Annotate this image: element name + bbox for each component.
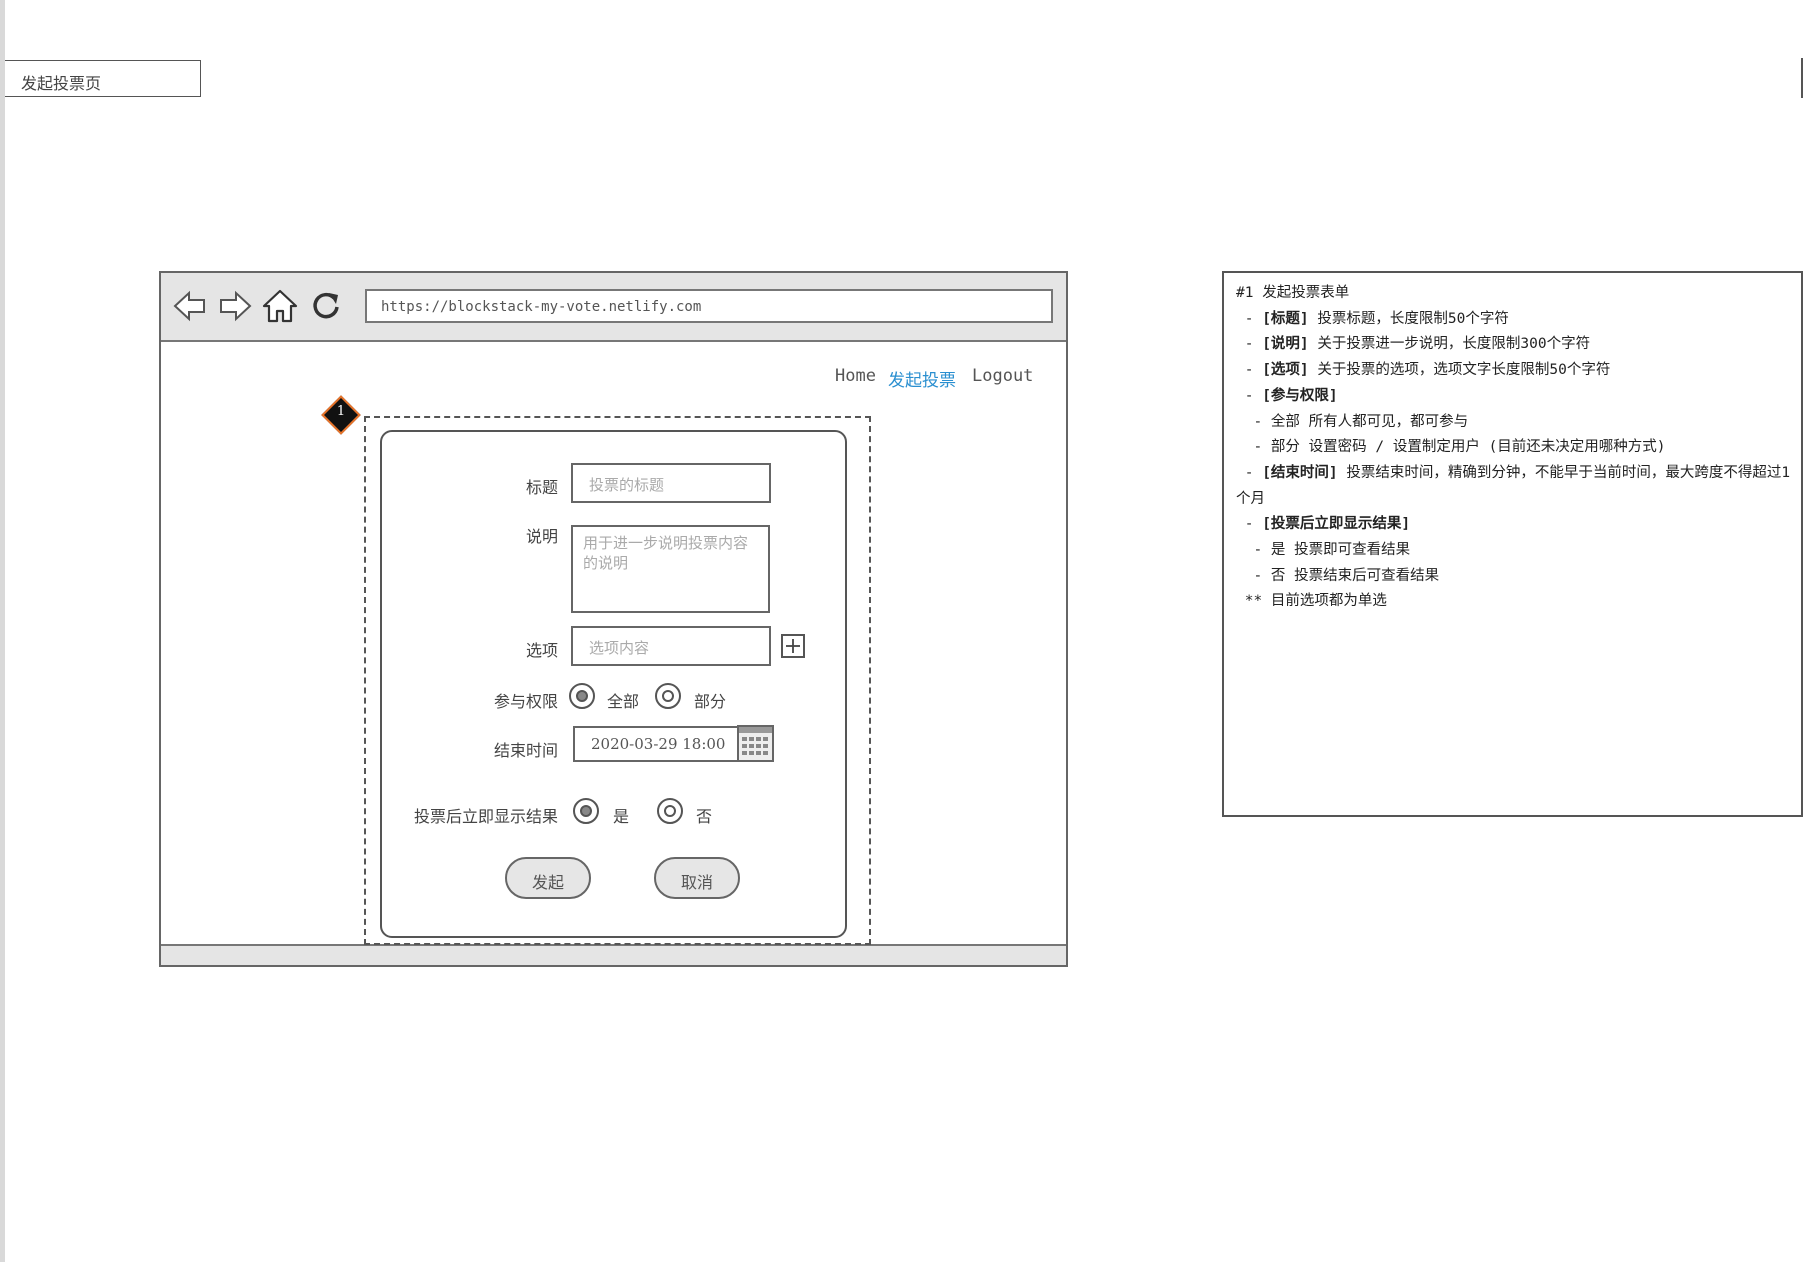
annotation-marker-number: 1 [336,404,346,419]
notes-option-text: 关于投票的选项，选项文字长度限制50个字符 [1308,362,1611,379]
permission-all-radio[interactable] [569,683,595,709]
notes-end-time-tag: [结束时间] [1262,464,1338,481]
notes-show-result-no: - 否 投票结束后可查看结果 [1236,567,1440,584]
plus-icon [786,639,800,653]
show-result-yes-label: 是 [613,807,630,826]
notes-title-item: - [标题] 投票标题，长度限制50个字符 [1236,310,1509,327]
show-result-label: 投票后立即显示结果 [413,807,558,826]
cancel-button[interactable]: 取消 [654,857,740,899]
left-edge-bar [0,0,5,1262]
show-result-yes-radio[interactable] [573,798,599,824]
title-label: 标题 [525,478,558,497]
page-label: 发起投票页 [5,60,201,97]
notes-permission-tag: [参与权限] [1262,387,1338,404]
permission-partial-radio[interactable] [655,683,681,709]
notes-show-result-tag: [投票后立即显示结果] [1262,516,1411,533]
end-time-input[interactable]: 2020-03-29 18:00 [573,726,741,762]
notes-option-item: - [选项] 关于投票的选项，选项文字长度限制50个字符 [1236,362,1611,379]
notes-permission-all: - 全部 所有人都可见，都可参与 [1236,413,1469,430]
show-result-no-radio[interactable] [657,798,683,824]
notes-permission-partial: - 部分 设置密码 / 设置制定用户 (目前还未决定用哪种方式) [1236,439,1666,456]
description-textarea[interactable]: 用于进一步说明投票内容的说明 [571,525,770,613]
notes-footnote: ** 目前选项都为单选 [1236,593,1387,610]
nav-create-vote-link[interactable]: 发起投票 [888,366,956,391]
notes-end-time-item: - [结束时间] 投票结束时间，精确到分钟，不能早于当前时间，最大跨度不得超过1… [1236,464,1791,507]
add-option-button[interactable] [781,634,805,658]
notes-heading: #1 发起投票表单 [1236,285,1350,301]
create-vote-form [380,430,847,938]
notes-title-text: 投票标题，长度限制50个字符 [1308,310,1509,327]
title-input[interactable]: 投票的标题 [571,463,771,503]
forward-arrow-icon[interactable] [216,287,254,325]
home-icon[interactable] [261,287,299,325]
permission-partial-label: 部分 [694,692,727,711]
nav-home-link[interactable]: Home [835,366,876,386]
browser-toolbar: https://blockstack-my-vote.netlify.com [161,273,1066,342]
notes-option-tag: [选项] [1262,362,1309,379]
back-arrow-icon[interactable] [171,287,209,325]
show-result-no-label: 否 [696,807,713,826]
browser-status-bar [161,944,1066,965]
end-time-label: 结束时间 [493,741,558,760]
option-label: 选项 [525,641,558,660]
permission-label: 参与权限 [493,692,558,711]
notes-show-result-yes: - 是 投票即可查看结果 [1236,542,1411,559]
calendar-icon[interactable] [737,725,774,762]
notes-desc-text: 关于投票进一步说明，长度限制300个字符 [1308,336,1591,353]
option-input[interactable]: 选项内容 [571,626,771,666]
permission-all-label: 全部 [607,692,640,711]
notes-show-result-item: - [投票后立即显示结果] [1236,516,1411,533]
notes-desc-tag: [说明] [1262,336,1309,353]
description-label: 说明 [525,527,558,546]
notes-title-tag: [标题] [1262,310,1309,327]
notes-permission-item: - [参与权限] [1236,387,1338,404]
notes-desc-item: - [说明] 关于投票进一步说明，长度限制300个字符 [1236,336,1591,353]
right-edge-mark [1801,58,1803,98]
address-bar[interactable]: https://blockstack-my-vote.netlify.com [365,289,1053,323]
submit-button[interactable]: 发起 [505,857,591,899]
nav-logout-link[interactable]: Logout [972,366,1033,386]
refresh-icon[interactable] [307,287,345,325]
annotation-notes-panel: #1 发起投票表单 - [标题] 投票标题，长度限制50个字符 - [说明] 关… [1222,271,1803,817]
